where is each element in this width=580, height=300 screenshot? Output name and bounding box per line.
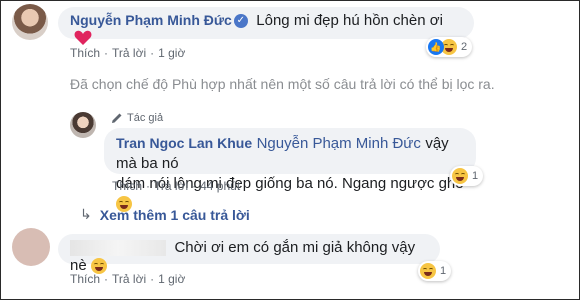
- view-more-replies-link[interactable]: ↳ Xem thêm 1 câu trả lời: [80, 206, 250, 223]
- avatar[interactable]: [12, 4, 48, 40]
- reply-button[interactable]: Trả lời: [112, 46, 146, 60]
- view-more-replies-label: Xem thêm 1 câu trả lời: [99, 206, 250, 223]
- avatar[interactable]: [70, 112, 96, 138]
- filter-notice: Đã chọn chế độ Phù hợp nhất nên một số c…: [70, 76, 495, 92]
- comment-actions: Thích · Trả lời · 1 giờ: [70, 46, 186, 60]
- reply-actions: Thích · Trả lời · 44 phút: [112, 179, 241, 193]
- reaction-count: 1: [472, 170, 479, 182]
- verified-icon: ✓: [233, 13, 248, 28]
- like-reaction-icon: 👍: [428, 39, 444, 55]
- comment-bubble: Nguyễn Phạm Minh Đức ✓ Lông mi đẹp hú hồn…: [58, 7, 474, 45]
- timestamp[interactable]: 44 phút: [200, 179, 240, 193]
- reply-arrow-icon: ↳: [80, 206, 92, 222]
- reply-button[interactable]: Trả lời: [112, 272, 146, 286]
- like-button[interactable]: Thích: [70, 272, 100, 286]
- reaction-summary[interactable]: 1: [418, 261, 452, 281]
- reply-button[interactable]: Trả lời: [154, 179, 188, 193]
- pencil-icon: [111, 112, 123, 124]
- comment-bubble: Chời ơi em có gắn mi giả không vậy nè: [58, 234, 440, 274]
- timestamp[interactable]: 1 giờ: [158, 46, 185, 60]
- mention-tag[interactable]: Nguyễn Phạm Minh Đức: [257, 135, 421, 152]
- comment-actions: Thích · Trả lời · 1 giờ: [70, 272, 186, 286]
- like-button[interactable]: Thích: [112, 179, 142, 193]
- timestamp[interactable]: 1 giờ: [158, 272, 185, 286]
- reply-bubble: Tran Ngoc Lan Khue Nguyễn Phạm Minh Đức …: [104, 128, 476, 212]
- author-badge: Tác giả: [111, 112, 163, 124]
- reaction-summary[interactable]: 👍 2: [426, 37, 473, 57]
- reaction-count: 2: [461, 41, 468, 53]
- haha-reaction-icon: [420, 263, 436, 279]
- avatar[interactable]: [12, 228, 50, 266]
- haha-reaction-icon: [452, 168, 468, 184]
- blurred-author-name: [70, 239, 166, 256]
- comment-author[interactable]: Nguyễn Phạm Minh Đức: [70, 12, 232, 28]
- reply-author[interactable]: Tran Ngoc Lan Khue: [116, 135, 252, 151]
- reaction-count: 1: [440, 265, 447, 277]
- author-badge-label: Tác giả: [127, 112, 164, 124]
- reaction-summary[interactable]: 1: [450, 166, 484, 186]
- comment-text: Lông mi đẹp hú hồn chèn ơi: [256, 12, 443, 29]
- like-button[interactable]: Thích: [70, 46, 100, 60]
